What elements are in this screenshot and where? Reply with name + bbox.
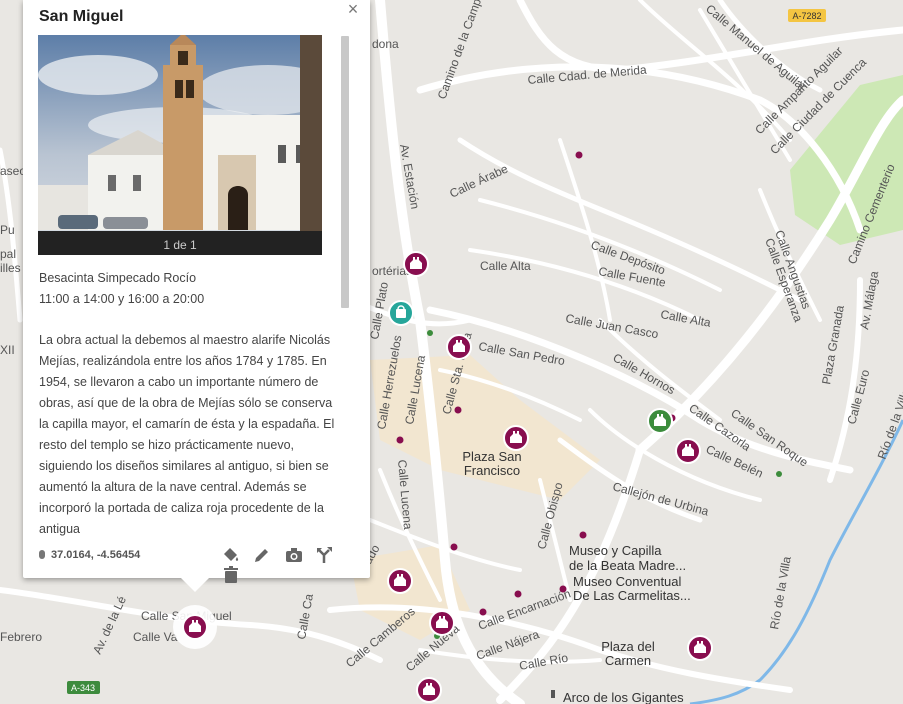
place-label-arco-gigantes: Arco de los Gigantes bbox=[563, 690, 684, 704]
location-pin-icon bbox=[39, 550, 45, 559]
place-label-museo-carmelitas-2: De Las Carmelitas... bbox=[573, 588, 691, 603]
event-name: Besacinta Simpecado Rocío bbox=[39, 271, 197, 285]
selected-church-marker-san-miguel[interactable] bbox=[173, 605, 217, 649]
place-label-plaza-san-francisco: Plaza San bbox=[462, 449, 521, 464]
arch-icon[interactable] bbox=[551, 690, 555, 698]
popup-pointer bbox=[181, 578, 209, 592]
street-label: Calle Va bbox=[133, 630, 178, 644]
pencil-icon[interactable] bbox=[252, 545, 272, 565]
church-marker bbox=[387, 568, 413, 594]
photo-counter: 1 de 1 bbox=[163, 238, 197, 252]
info-block: Besacinta Simpecado Rocío 11:00 a 14:00 … bbox=[39, 268, 337, 310]
scrollbar[interactable] bbox=[341, 36, 349, 308]
street-label: Febrero bbox=[0, 630, 42, 644]
svg-text:A-343: A-343 bbox=[71, 683, 95, 693]
street-label: Pu bbox=[0, 223, 15, 237]
place-label-museo-carmelitas: Museo Conventual bbox=[573, 574, 682, 589]
street-label: dona bbox=[372, 37, 399, 51]
street-label: Calle Alta bbox=[480, 259, 531, 273]
street-label: XII bbox=[0, 343, 15, 357]
trash-icon[interactable] bbox=[221, 565, 241, 585]
street-label: illes bbox=[0, 261, 21, 275]
photo-viewer[interactable]: 1 de 1 bbox=[38, 35, 322, 255]
church-marker bbox=[687, 635, 713, 661]
church-marker bbox=[403, 251, 429, 277]
svg-text:A-7282: A-7282 bbox=[792, 11, 821, 21]
directions-icon[interactable] bbox=[315, 545, 335, 565]
church-marker bbox=[416, 677, 442, 703]
place-label-plaza-carmen-2: Carmen bbox=[605, 653, 651, 668]
close-button[interactable]: × bbox=[343, 0, 363, 20]
church-marker bbox=[675, 438, 701, 464]
description-text: La obra actual la debemos al maestro ala… bbox=[39, 333, 335, 536]
church-marker bbox=[503, 425, 529, 451]
church-photo bbox=[38, 35, 322, 255]
opening-hours: 11:00 a 14:00 y 16:00 a 20:00 bbox=[39, 292, 205, 306]
church-marker bbox=[446, 334, 472, 360]
camera-icon[interactable] bbox=[284, 545, 304, 565]
info-window: San Miguel × 1 de 1 Besacinta Simpecado … bbox=[23, 0, 370, 592]
street-label: pal bbox=[0, 247, 16, 261]
church-marker-green[interactable] bbox=[647, 408, 673, 434]
place-label-museo-beata: Museo y Capilla bbox=[569, 543, 662, 558]
toolbar bbox=[221, 545, 370, 583]
place-label-plaza-san-francisco-2: Francisco bbox=[464, 463, 520, 478]
coordinates-value: 37.0164, -4.56454 bbox=[51, 549, 141, 561]
shop-marker[interactable] bbox=[388, 300, 414, 326]
popup-title: San Miguel bbox=[39, 8, 124, 25]
coordinates: 37.0164, -4.56454 bbox=[39, 549, 140, 561]
paint-bucket-icon[interactable] bbox=[221, 545, 241, 565]
road-badge-a343: A-343 bbox=[67, 681, 100, 694]
road-badge-a7282: A-7282 bbox=[788, 9, 826, 22]
church-marker bbox=[429, 610, 455, 636]
place-label-plaza-carmen: Plaza del bbox=[601, 639, 655, 654]
place-label-museo-beata-2: de la Beata Madre... bbox=[569, 558, 686, 573]
